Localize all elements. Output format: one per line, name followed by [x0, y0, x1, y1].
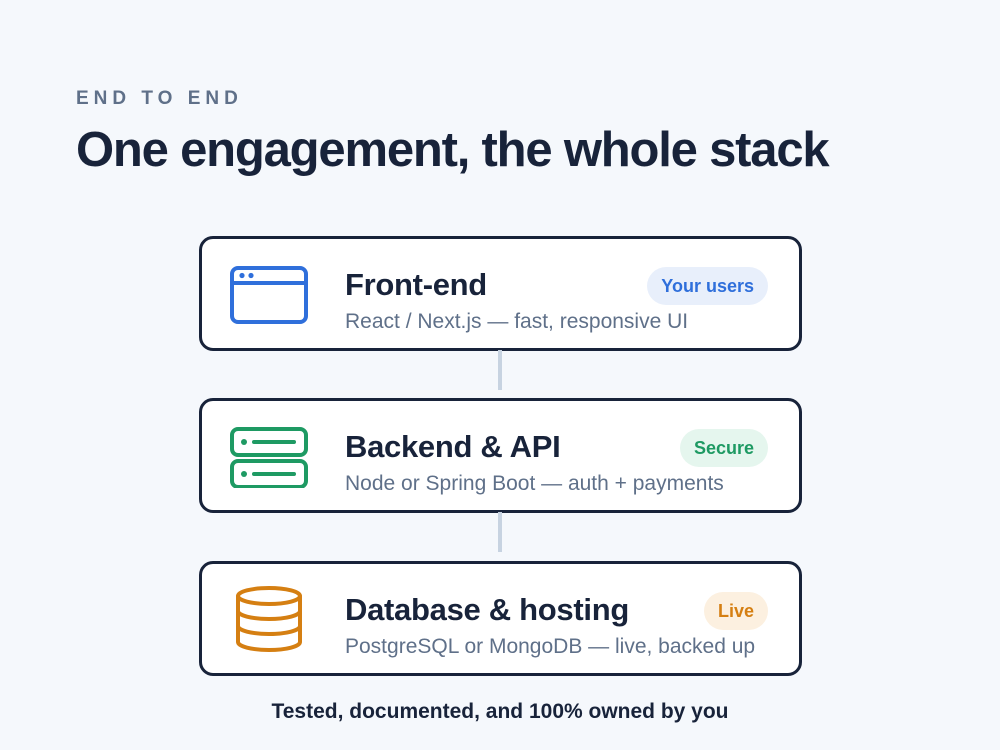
page-title: One engagement, the whole stack: [76, 123, 830, 177]
layer-card-frontend: Front-end React / Next.js — fast, respon…: [199, 236, 802, 351]
layer-description: React / Next.js — fast, responsive UI: [345, 310, 689, 333]
browser-window-icon: [228, 264, 310, 326]
layer-card-backend: Backend & API Node or Spring Boot — auth…: [199, 398, 802, 513]
layer-badge: Live: [703, 592, 768, 630]
server-icon: [228, 426, 310, 489]
database-icon: [228, 586, 310, 652]
layer-badge: Your users: [647, 267, 768, 305]
layer-description: Node or Spring Boot — auth + payments: [345, 472, 724, 495]
eyebrow-label: END TO END: [76, 88, 243, 109]
layer-card-database: Database & hosting PostgreSQL or MongoDB…: [199, 561, 802, 676]
layer-description: PostgreSQL or MongoDB — live, backed up: [345, 635, 756, 658]
layer-name: Front-end: [345, 267, 487, 302]
connector-line: [498, 512, 502, 552]
layer-name: Backend & API: [345, 429, 561, 464]
connector-line: [498, 350, 502, 390]
layer-name: Database & hosting: [345, 592, 629, 627]
footer-note: Tested, documented, and 100% owned by yo…: [271, 700, 729, 723]
layer-badge: Secure: [679, 429, 768, 467]
